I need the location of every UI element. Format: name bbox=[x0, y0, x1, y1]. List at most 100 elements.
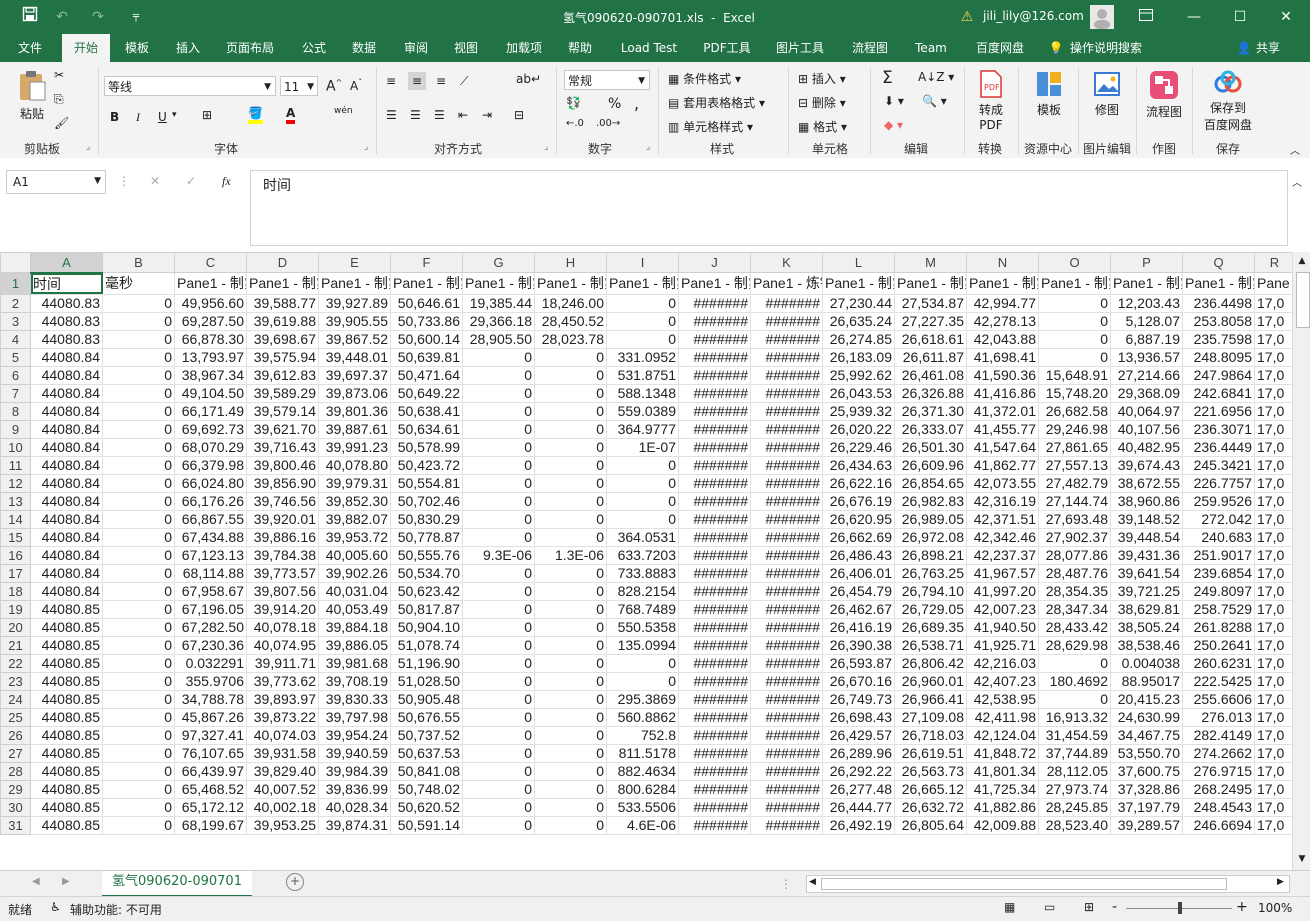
cell[interactable]: 66,024.80 bbox=[174, 473, 247, 493]
page-break-view-icon[interactable]: ⊞ bbox=[1084, 900, 1094, 914]
cell[interactable]: 39,431.36 bbox=[1110, 545, 1183, 565]
cell[interactable]: 26,682.58 bbox=[1038, 401, 1111, 421]
cell[interactable]: 44080.84 bbox=[30, 581, 103, 601]
cell[interactable]: ####### bbox=[750, 581, 823, 601]
cell[interactable]: 50,591.14 bbox=[390, 815, 463, 835]
cell[interactable]: 272.042 bbox=[1182, 509, 1255, 529]
phonetic-icon[interactable]: wén bbox=[334, 106, 353, 116]
format-painter-icon[interactable]: 🖌 bbox=[54, 116, 69, 130]
cell[interactable]: 17,0 bbox=[1254, 563, 1292, 583]
zoom-level[interactable]: 100% bbox=[1258, 901, 1292, 915]
cell[interactable]: 26,183.09 bbox=[822, 347, 895, 367]
cell[interactable]: 41,967.57 bbox=[966, 563, 1039, 583]
cell[interactable]: 0 bbox=[1038, 653, 1111, 673]
tab-team[interactable]: Team bbox=[906, 34, 956, 62]
cell[interactable]: 68,070.29 bbox=[174, 437, 247, 457]
cell[interactable]: 39,289.57 bbox=[1110, 815, 1183, 835]
cell[interactable]: 50,634.61 bbox=[390, 419, 463, 439]
cell[interactable]: 44080.85 bbox=[30, 815, 103, 835]
cell[interactable]: Pane1 - 制氢 bbox=[1182, 272, 1255, 295]
tab-help[interactable]: 帮助 bbox=[558, 34, 602, 62]
cell[interactable]: 17,0 bbox=[1254, 779, 1292, 799]
cell[interactable]: 50,623.42 bbox=[390, 581, 463, 601]
cell[interactable]: ####### bbox=[750, 491, 823, 511]
cell[interactable]: 0 bbox=[1038, 329, 1111, 349]
cell[interactable]: ####### bbox=[678, 761, 751, 781]
cell[interactable]: 276.013 bbox=[1182, 707, 1255, 727]
cell[interactable]: 17,0 bbox=[1254, 743, 1292, 763]
tab-pdf-tools[interactable]: PDF工具 bbox=[696, 34, 758, 62]
cell[interactable]: 26,333.07 bbox=[894, 419, 967, 439]
cell[interactable]: ####### bbox=[750, 743, 823, 763]
cell[interactable]: 0 bbox=[102, 743, 175, 763]
shrink-font-icon[interactable]: Aˇ bbox=[350, 78, 362, 93]
cell[interactable]: 88.95017 bbox=[1110, 671, 1183, 691]
cell[interactable]: 50,471.64 bbox=[390, 365, 463, 385]
paste-button[interactable]: 粘贴 bbox=[14, 70, 50, 130]
cell[interactable]: 28,077.86 bbox=[1038, 545, 1111, 565]
cell[interactable]: ####### bbox=[678, 671, 751, 691]
template-button[interactable]: 模板 bbox=[1032, 70, 1066, 118]
cell[interactable]: 42,407.23 bbox=[966, 671, 1039, 691]
cell[interactable]: 15,648.91 bbox=[1038, 365, 1111, 385]
cell[interactable]: 0 bbox=[534, 455, 607, 475]
cell[interactable]: 44080.84 bbox=[30, 365, 103, 385]
cell[interactable]: 44080.83 bbox=[30, 293, 103, 313]
cell[interactable]: 17,0 bbox=[1254, 599, 1292, 619]
cell[interactable]: 258.7529 bbox=[1182, 599, 1255, 619]
row-header[interactable]: 8 bbox=[0, 401, 31, 421]
align-right-icon[interactable]: ☰ bbox=[434, 108, 445, 122]
cell[interactable]: 26,960.01 bbox=[894, 671, 967, 691]
cell[interactable]: 37,744.89 bbox=[1038, 743, 1111, 763]
column-header[interactable]: G bbox=[462, 252, 535, 273]
column-header[interactable]: N bbox=[966, 252, 1039, 273]
page-layout-view-icon[interactable]: ▭ bbox=[1044, 900, 1055, 914]
cell[interactable]: 17,0 bbox=[1254, 419, 1292, 439]
cell[interactable]: 39,905.55 bbox=[318, 311, 391, 331]
cell[interactable]: 0 bbox=[102, 689, 175, 709]
format-cells-button[interactable]: ▦ 格式 ▾ bbox=[798, 118, 847, 135]
cell[interactable]: 39,575.94 bbox=[246, 347, 319, 367]
cell[interactable]: 261.8288 bbox=[1182, 617, 1255, 637]
cell[interactable]: 26,698.43 bbox=[822, 707, 895, 727]
cell[interactable]: 17,0 bbox=[1254, 437, 1292, 457]
cell[interactable]: 39,920.01 bbox=[246, 509, 319, 529]
row-header[interactable]: 27 bbox=[0, 743, 31, 763]
cell[interactable]: 44080.84 bbox=[30, 383, 103, 403]
cell[interactable]: 66,176.26 bbox=[174, 491, 247, 511]
cell[interactable]: 42,994.77 bbox=[966, 293, 1039, 313]
column-header[interactable]: M bbox=[894, 252, 967, 273]
cell[interactable]: 39,784.38 bbox=[246, 545, 319, 565]
cell[interactable]: ####### bbox=[750, 689, 823, 709]
collapse-ribbon-icon[interactable]: ︿ bbox=[1290, 142, 1300, 157]
cell[interactable]: 0 bbox=[102, 401, 175, 421]
cell[interactable]: Pane1 - 制氢 bbox=[390, 272, 463, 295]
row-header[interactable]: 15 bbox=[0, 527, 31, 547]
cell[interactable]: 26,689.35 bbox=[894, 617, 967, 637]
cell[interactable]: 44080.85 bbox=[30, 689, 103, 709]
cell[interactable]: 0 bbox=[462, 653, 535, 673]
cell[interactable]: 42,007.23 bbox=[966, 599, 1039, 619]
cell[interactable]: 26,461.08 bbox=[894, 365, 967, 385]
dialog-launcher-icon[interactable]: ⌟ bbox=[86, 142, 90, 152]
cell[interactable]: 17,0 bbox=[1254, 527, 1292, 547]
cell[interactable]: 39,984.39 bbox=[318, 761, 391, 781]
cell[interactable]: 0 bbox=[102, 797, 175, 817]
column-header[interactable]: B bbox=[102, 252, 175, 273]
cell[interactable]: 28,450.52 bbox=[534, 311, 607, 331]
cell[interactable]: 828.2154 bbox=[606, 581, 679, 601]
enter-icon[interactable]: ✓ bbox=[186, 174, 196, 188]
cell[interactable]: 39,867.52 bbox=[318, 329, 391, 349]
cell[interactable]: 39,882.07 bbox=[318, 509, 391, 529]
convert-pdf-button[interactable]: PDF 转成 PDF bbox=[974, 70, 1008, 132]
cell[interactable]: 39,979.31 bbox=[318, 473, 391, 493]
cell[interactable]: 39,807.56 bbox=[246, 581, 319, 601]
cell[interactable]: 68,114.88 bbox=[174, 563, 247, 583]
tab-home[interactable]: 开始 bbox=[62, 34, 110, 62]
cell[interactable]: 17,0 bbox=[1254, 725, 1292, 745]
tab-baidu-disk[interactable]: 百度网盘 bbox=[964, 34, 1036, 62]
cell[interactable]: 39,887.61 bbox=[318, 419, 391, 439]
tab-picture-tools[interactable]: 图片工具 bbox=[768, 34, 832, 62]
cell[interactable]: 17,0 bbox=[1254, 653, 1292, 673]
collapse-formula-icon[interactable]: ︿ bbox=[1292, 174, 1302, 189]
